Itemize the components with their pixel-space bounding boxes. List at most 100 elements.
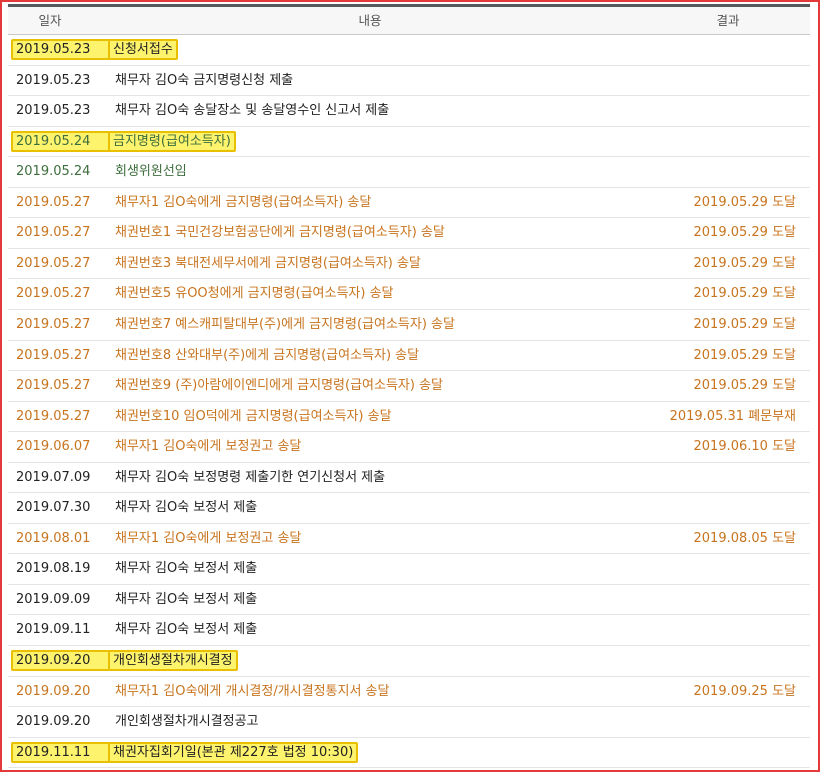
row-result: 2019.06.10 도달	[693, 439, 797, 455]
table-row: 2019.09.20 채무자1 김O숙에게 개시결정/개시결정통지서 송달 2019…	[8, 677, 810, 708]
row-content: 채권번호9 (주)아람에이엔디에게 금지명령(급여소득자) 송달	[115, 371, 675, 401]
row-result: 2019.05.29 도달	[693, 316, 797, 332]
case-history-table: 일자 내용 결과 2019.05.23 신청서접수 2019.05.23 채무자 김O…	[8, 4, 810, 769]
row-content-text: 신청서접수	[108, 39, 178, 60]
table-header: 일자 내용 결과	[8, 4, 810, 35]
row-date: 2019.09.20	[10, 646, 118, 676]
row-content-text: 채권자집회기일(본관 제227호 법정 10:30)	[107, 741, 359, 763]
row-content: 채무자 김O숙 보정서 제출	[115, 585, 675, 615]
row-date: 2019.11.11	[10, 738, 118, 768]
table-row: 2019.05.27 채권번호9 (주)아람에이엔디에게 금지명령(급여소득자) …	[8, 371, 810, 402]
row-content-text: 채무자 김O숙 송달장소 및 송달영수인 신고서 제출	[115, 103, 390, 119]
row-content-text: 개인회생절차개시결정공고	[115, 714, 259, 730]
table-row: 2019.07.09 채무자 김O숙 보정명령 제출기한 연기신청서 제출	[8, 463, 810, 494]
row-date: 2019.05.27	[16, 347, 91, 363]
row-result: 2019.05.29 도달	[693, 225, 797, 241]
table-row: 2019.05.27 채권번호5 유OO청에게 금지명령(급여소득자) 송달 201…	[8, 279, 810, 310]
row-content: 채무자 김O숙 보정명령 제출기한 연기신청서 제출	[115, 463, 675, 493]
row-date: 2019.05.27	[16, 225, 91, 241]
table-row: 2019.11.11 채권자집회기일(본관 제227호 법정 10:30)	[8, 738, 810, 769]
row-date: 2019.05.23	[10, 35, 118, 65]
row-result: 2019.05.29 도달	[693, 255, 797, 271]
row-content-text: 채무자 김O숙 보정서 제출	[115, 591, 258, 607]
row-date: 2019.05.27	[16, 286, 91, 302]
row-date: 2019.09.11	[16, 622, 91, 638]
row-content-text: 채권번호1 국민건강보험공단에게 금지명령(급여소득자) 송달	[115, 225, 445, 241]
table-row: 2019.05.27 채권번호7 예스캐피탈대부(주)에게 금지명령(급여소득자)…	[8, 310, 810, 341]
table-row: 2019.05.27 채권번호8 산와대부(주)에게 금지명령(급여소득자) 송달…	[8, 341, 810, 372]
row-content: 개인회생절차개시결정	[108, 646, 675, 676]
row-content: 채권번호1 국민건강보험공단에게 금지명령(급여소득자) 송달	[115, 218, 675, 248]
table-row: 2019.06.07 채무자1 김O숙에게 보정권고 송달 2019.06.10 도…	[8, 432, 810, 463]
table-row: 2019.09.20 개인회생절차개시결정	[8, 646, 810, 677]
row-content: 채무자 김O숙 보정서 제출	[115, 615, 675, 645]
row-content-text: 개인회생절차개시결정	[108, 650, 238, 671]
row-content-text: 채무자1 김O숙에게 금지명령(급여소득자) 송달	[115, 194, 372, 210]
row-result: 2019.05.29 도달	[693, 347, 797, 363]
row-content-text: 채무자 김O숙 보정명령 제출기한 연기신청서 제출	[115, 469, 386, 485]
table-row: 2019.05.23 채무자 김O숙 금지명령신청 제출	[8, 66, 810, 97]
table-row: 2019.09.11 채무자 김O숙 보정서 제출	[8, 615, 810, 647]
header-content: 내용	[358, 13, 382, 28]
row-content: 채무자 김O숙 보정서 제출	[115, 493, 675, 523]
row-date: 2019.05.27	[16, 316, 91, 332]
table-row: 2019.07.30 채무자 김O숙 보정서 제출	[8, 493, 810, 524]
row-content: 채무자1 김O숙에게 보정권고 송달	[115, 432, 675, 462]
row-result: 2019.05.29 도달	[693, 286, 797, 302]
row-date: 2019.05.23	[16, 72, 91, 88]
table-row: 2019.05.24 회생위원선임	[8, 157, 810, 188]
row-content: 채권번호8 산와대부(주)에게 금지명령(급여소득자) 송달	[115, 341, 675, 371]
row-content-text: 채무자 김O숙 금지명령신청 제출	[115, 72, 294, 88]
row-result: 2019.08.05 도달	[693, 530, 797, 546]
row-content: 채무자1 김O숙에게 개시결정/개시결정통지서 송달	[115, 677, 675, 707]
row-date: 2019.08.19	[16, 561, 91, 577]
row-result: 2019.05.29 도달	[693, 378, 797, 394]
row-content: 채권자집회기일(본관 제227호 법정 10:30)	[107, 738, 675, 768]
row-content: 채권번호3 북대전세무서에게 금지명령(급여소득자) 송달	[115, 249, 675, 279]
row-content-text: 채권번호7 예스캐피탈대부(주)에게 금지명령(급여소득자) 송달	[115, 316, 455, 332]
row-date-highlight: 2019.11.11	[10, 741, 118, 763]
row-content: 채권번호7 예스캐피탈대부(주)에게 금지명령(급여소득자) 송달	[115, 310, 675, 340]
row-date: 2019.06.07	[16, 439, 91, 455]
row-date-highlight: 2019.05.24	[10, 130, 118, 152]
table-row: 2019.05.27 채권번호3 북대전세무서에게 금지명령(급여소득자) 송달 2…	[8, 249, 810, 280]
table-row: 2019.05.27 채권번호10 임O덕에게 금지명령(급여소득자) 송달 201…	[8, 402, 810, 433]
row-content-text: 금지명령(급여소득자)	[108, 130, 236, 152]
row-content-text: 채권번호9 (주)아람에이엔디에게 금지명령(급여소득자) 송달	[115, 378, 443, 394]
row-content: 채권번호5 유OO청에게 금지명령(급여소득자) 송달	[115, 279, 675, 309]
row-date: 2019.05.24	[16, 164, 91, 180]
row-result: 2019.09.25 도달	[693, 683, 797, 699]
row-date: 2019.07.30	[16, 500, 91, 516]
header-result: 결과	[716, 13, 740, 28]
row-content-text: 채권번호10 임O덕에게 금지명령(급여소득자) 송달	[115, 408, 392, 424]
table-row: 2019.05.23 신청서접수	[8, 35, 810, 66]
row-content-text: 채권번호3 북대전세무서에게 금지명령(급여소득자) 송달	[115, 255, 421, 271]
row-date: 2019.05.23	[16, 103, 91, 119]
row-date: 2019.05.27	[16, 408, 91, 424]
row-date: 2019.08.01	[16, 530, 91, 546]
row-date-highlight: 2019.05.23	[10, 39, 118, 60]
row-date-highlight: 2019.09.20	[10, 650, 118, 671]
row-date: 2019.05.27	[16, 194, 91, 210]
table-row: 2019.05.27 채무자1 김O숙에게 금지명령(급여소득자) 송달 2019.…	[8, 188, 810, 219]
row-date: 2019.09.20	[16, 714, 91, 730]
table-row: 2019.09.20 개인회생절차개시결정공고	[8, 707, 810, 738]
row-date: 2019.05.24	[10, 127, 118, 157]
row-result: 2019.05.29 도달	[693, 194, 797, 210]
row-date: 2019.05.27	[16, 255, 91, 271]
row-content: 채무자1 김O숙에게 금지명령(급여소득자) 송달	[115, 188, 675, 218]
row-date: 2019.07.09	[16, 469, 91, 485]
table-row: 2019.08.01 채무자1 김O숙에게 보정권고 송달 2019.08.05 도…	[8, 524, 810, 555]
table-row: 2019.05.23 채무자 김O숙 송달장소 및 송달영수인 신고서 제출	[8, 96, 810, 127]
row-content-text: 채무자1 김O숙에게 보정권고 송달	[115, 530, 302, 546]
row-content: 신청서접수	[108, 35, 675, 65]
row-content: 채무자1 김O숙에게 보정권고 송달	[115, 524, 675, 554]
row-content: 채무자 김O숙 송달장소 및 송달영수인 신고서 제출	[115, 96, 675, 126]
row-content: 채권번호10 임O덕에게 금지명령(급여소득자) 송달	[115, 402, 675, 432]
row-result: 2019.05.31 폐문부재	[669, 408, 796, 424]
row-content-text: 채무자1 김O숙에게 보정권고 송달	[115, 439, 302, 455]
row-content-text: 채권번호8 산와대부(주)에게 금지명령(급여소득자) 송달	[115, 347, 420, 363]
row-content: 회생위원선임	[115, 157, 675, 187]
table-row: 2019.08.19 채무자 김O숙 보정서 제출	[8, 554, 810, 585]
row-content: 금지명령(급여소득자)	[108, 127, 675, 157]
